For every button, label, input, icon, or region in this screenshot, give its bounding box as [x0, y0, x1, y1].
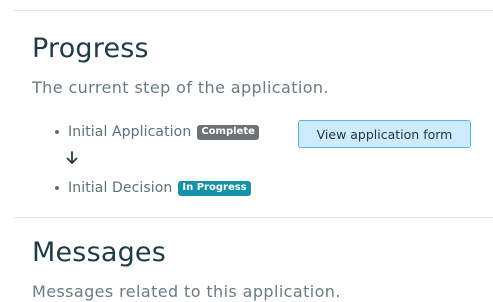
step-item-initial-decision: Initial Decision In Progress: [55, 180, 251, 196]
arrow-down-icon: [66, 151, 78, 164]
top-divider: [14, 10, 493, 11]
messages-description: Messages related to this application.: [32, 282, 341, 301]
step-item-initial-application: Initial Application Complete: [55, 124, 259, 140]
status-badge-complete: Complete: [197, 124, 259, 140]
status-badge-in-progress: In Progress: [178, 180, 251, 196]
bullet-icon: [55, 186, 59, 190]
view-application-form-button[interactable]: View application form: [298, 120, 471, 148]
progress-description: The current step of the application.: [32, 78, 329, 97]
section-divider: [14, 217, 493, 218]
step-label: Initial Application: [68, 124, 192, 140]
progress-heading: Progress: [32, 33, 149, 64]
step-label: Initial Decision: [68, 180, 173, 196]
bullet-icon: [55, 130, 59, 134]
messages-heading: Messages: [32, 237, 167, 268]
